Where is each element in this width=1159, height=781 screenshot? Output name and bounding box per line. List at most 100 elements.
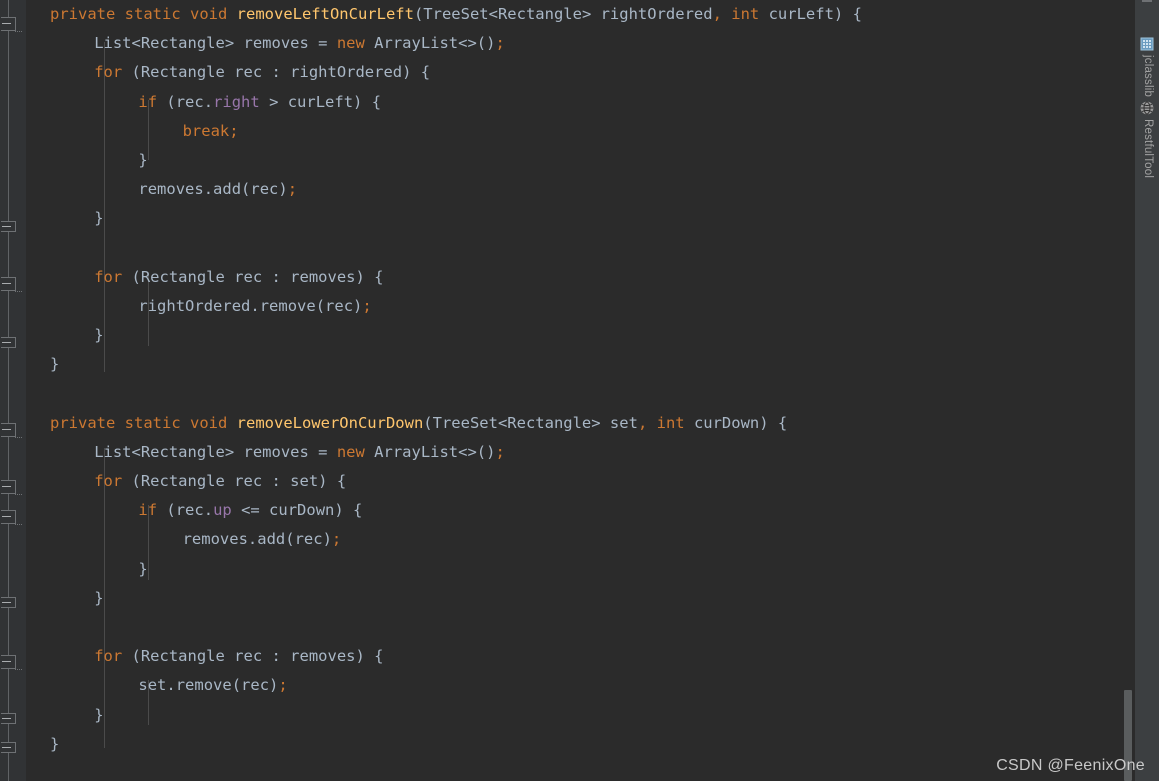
code-line[interactable]	[26, 234, 1122, 263]
code-token: (rec.	[166, 501, 214, 520]
fold-region-bracket	[15, 24, 22, 32]
fold-region-collapse-icon[interactable]	[0, 480, 22, 495]
code-token: ;	[362, 296, 372, 315]
code-token: ,	[712, 5, 732, 23]
code-token: int	[656, 413, 694, 432]
code-line[interactable]: for (Rectangle rec : removes) {	[26, 263, 1122, 292]
code-token: void	[189, 413, 237, 432]
code-token: for	[94, 472, 132, 490]
code-token: ;	[495, 442, 505, 461]
code-line[interactable]: set.remove(rec);	[26, 671, 1122, 700]
fold-region-end-icon[interactable]	[0, 221, 22, 233]
fold-region-bracket	[15, 430, 22, 438]
fold-region-collapse-icon[interactable]	[0, 277, 22, 292]
code-line[interactable]: }	[26, 204, 1122, 233]
code-token: ;	[331, 530, 342, 549]
code-token: ;	[495, 34, 505, 53]
editor-vertical-scrollbar[interactable]	[1122, 0, 1134, 781]
code-token: ArrayList<>()	[374, 442, 496, 461]
fold-region-collapse-icon[interactable]	[0, 17, 22, 32]
fold-region-bracket	[15, 284, 22, 292]
code-token: private	[50, 5, 125, 23]
code-token: ArrayList<>()	[374, 34, 496, 53]
fold-minus-glyph	[2, 718, 11, 719]
code-lines[interactable]: private static void removeLeftOnCurLeft(…	[26, 0, 1122, 759]
code-token: <= curDown) {	[231, 501, 363, 520]
fold-region-end-icon[interactable]	[0, 713, 22, 725]
code-line[interactable]: }	[26, 555, 1122, 584]
code-line[interactable]: }	[26, 584, 1122, 613]
editor-text-area[interactable]: private static void removeLeftOnCurLeft(…	[26, 0, 1122, 781]
code-token: }	[138, 559, 148, 578]
code-token: }	[94, 209, 104, 228]
code-line[interactable]	[26, 379, 1122, 408]
code-line[interactable]: if (rec.right > curLeft) {	[26, 88, 1122, 117]
code-line[interactable]: private static void removeLeftOnCurLeft(…	[26, 0, 1122, 29]
fold-box	[1, 655, 16, 669]
code-token: (TreeSet<Rectangle> rightOrdered	[413, 5, 713, 23]
code-token: }	[50, 355, 60, 374]
code-token: (Rectangle rec : set) {	[131, 472, 347, 490]
code-token: (Rectangle rec : rightOrdered) {	[131, 63, 431, 82]
code-line[interactable]: List<Rectangle> removes = new ArrayList<…	[26, 29, 1122, 58]
code-token: removes.add(rec)	[182, 530, 332, 549]
code-token: curLeft) {	[768, 5, 862, 23]
code-token: if	[138, 92, 167, 111]
code-token: > curLeft) {	[259, 92, 382, 111]
tool-window-button-jclasslib[interactable]: jclasslib	[1135, 36, 1159, 97]
code-token: private	[50, 413, 125, 432]
code-token: }	[138, 150, 148, 169]
code-line[interactable]: }	[26, 701, 1122, 730]
code-line[interactable]: }	[26, 730, 1122, 759]
code-line[interactable]: }	[26, 146, 1122, 175]
code-token: int	[731, 5, 769, 23]
jclasslib-grid-icon	[1139, 36, 1155, 52]
code-line[interactable]: removes.add(rec);	[26, 525, 1122, 554]
code-token: removes.add(rec)	[138, 180, 288, 199]
code-line[interactable]: removes.add(rec);	[26, 175, 1122, 204]
fold-box	[1, 480, 16, 494]
code-token: curDown) {	[693, 413, 788, 432]
code-line[interactable]: rightOrdered.remove(rec);	[26, 292, 1122, 321]
code-line[interactable]: for (Rectangle rec : removes) {	[26, 642, 1122, 671]
globe-icon	[1139, 100, 1155, 116]
fold-minus-glyph	[2, 486, 11, 487]
code-token: }	[94, 705, 104, 724]
fold-minus-glyph	[2, 516, 11, 517]
code-token: ;	[229, 121, 239, 140]
code-token: removeLeftOnCurLeft	[236, 5, 414, 23]
fold-region-collapse-icon[interactable]	[0, 655, 22, 670]
code-token: (TreeSet<Rectangle> set	[423, 413, 638, 432]
fold-region-end-icon[interactable]	[0, 337, 22, 349]
code-line[interactable]: }	[26, 321, 1122, 350]
fold-region-collapse-icon[interactable]	[0, 423, 22, 438]
right-tool-window-stripe[interactable]: jclasslib RestfulTool	[1134, 0, 1159, 781]
code-token: static	[124, 5, 190, 23]
code-line[interactable]: for (Rectangle rec : rightOrdered) {	[26, 58, 1122, 87]
code-line[interactable]: break;	[26, 117, 1122, 146]
code-token: new	[336, 442, 375, 461]
fold-region-bracket	[15, 487, 22, 495]
code-line[interactable]: List<Rectangle> removes = new ArrayList<…	[26, 438, 1122, 467]
fold-region-end-icon[interactable]	[0, 742, 22, 754]
code-line[interactable]: private static void removeLowerOnCurDown…	[26, 409, 1122, 438]
code-line[interactable]: }	[26, 350, 1122, 379]
fold-region-collapse-icon[interactable]	[0, 510, 22, 525]
fold-minus-glyph	[2, 747, 11, 748]
code-token: new	[336, 34, 375, 53]
code-token: ,	[637, 413, 657, 432]
fold-minus-glyph	[2, 661, 11, 662]
tool-window-button-label: RestfulTool	[1141, 119, 1154, 179]
fold-minus-glyph	[2, 342, 11, 343]
code-token: static	[124, 413, 190, 432]
code-line[interactable]: if (rec.up <= curDown) {	[26, 496, 1122, 525]
code-line[interactable]	[26, 613, 1122, 642]
tool-window-button-restfultool[interactable]: RestfulTool	[1135, 100, 1159, 178]
code-token: }	[50, 734, 60, 753]
code-token: set.remove(rec)	[138, 676, 279, 695]
editor-folding-gutter[interactable]	[0, 0, 26, 781]
fold-minus-glyph	[2, 226, 11, 227]
fold-region-end-icon[interactable]	[0, 597, 22, 609]
code-line[interactable]: for (Rectangle rec : set) {	[26, 467, 1122, 496]
code-token: List<Rectangle> removes =	[94, 34, 337, 53]
